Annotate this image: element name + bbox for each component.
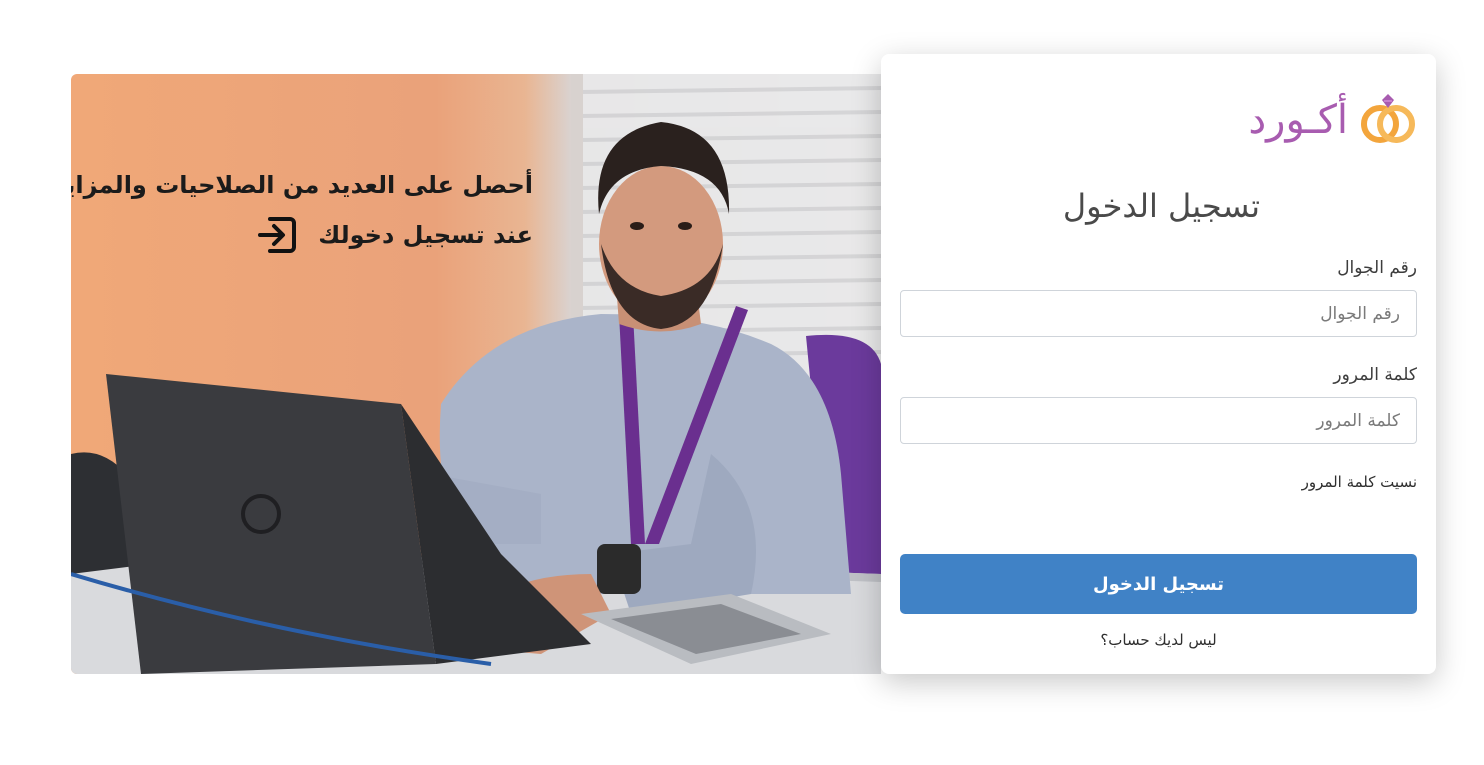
rings-icon <box>1361 94 1415 143</box>
phone-label: رقم الجوال <box>1337 258 1417 278</box>
phone-input[interactable] <box>900 290 1417 337</box>
promo-line-2-row: عند تسجيل دخولك <box>71 210 533 260</box>
promo-headline: أحصل على العديد من الصلاحيات والمزايا عن… <box>71 160 533 260</box>
password-input[interactable] <box>900 397 1417 444</box>
register-link[interactable]: ليس لديك حساب؟ <box>881 631 1436 649</box>
login-card: أكـورد تسجيل الدخول رقم الجوال كلمة المر… <box>881 54 1436 674</box>
promo-banner: أحصل على العديد من الصلاحيات والمزايا عن… <box>71 74 881 674</box>
brand-name: أكـورد <box>1248 97 1348 143</box>
login-button[interactable]: تسجيل الدخول <box>900 554 1417 614</box>
login-icon <box>258 217 297 253</box>
password-label: كلمة المرور <box>1333 365 1417 385</box>
brand-logo[interactable]: أكـورد <box>1248 92 1418 148</box>
page-title: تسجيل الدخول <box>1062 187 1260 225</box>
login-page: أحصل على العديد من الصلاحيات والمزايا عن… <box>0 0 1484 765</box>
forgot-password-link[interactable]: نسيت كلمة المرور <box>1302 473 1417 491</box>
promo-line-1: أحصل على العديد من الصلاحيات والمزايا <box>71 171 533 199</box>
promo-line-2: عند تسجيل دخولك <box>318 221 533 249</box>
